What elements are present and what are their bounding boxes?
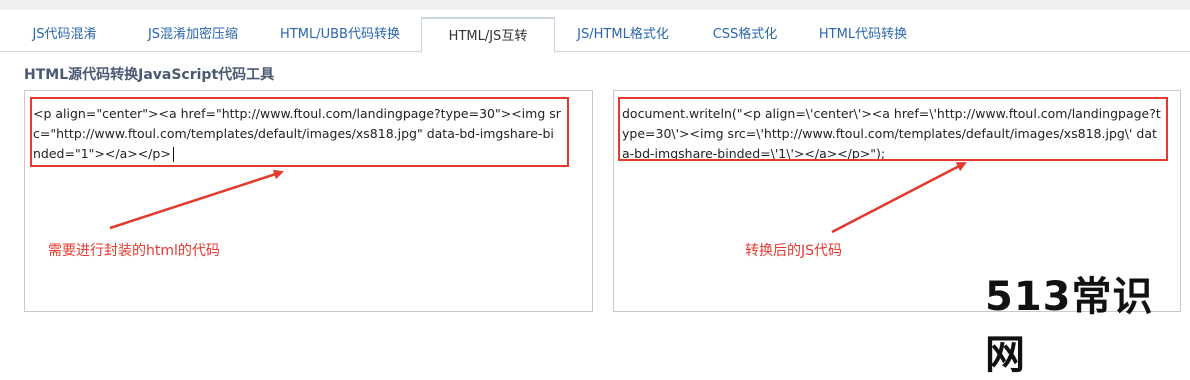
annotation-output: 转换后的JS代码 <box>745 243 843 259</box>
arrow-right <box>831 161 967 234</box>
arrow-left <box>109 169 284 230</box>
annotation-input: 需要进行封装的html的代码 <box>48 243 220 259</box>
watermark-logo: 513常识网 <box>985 274 1154 378</box>
